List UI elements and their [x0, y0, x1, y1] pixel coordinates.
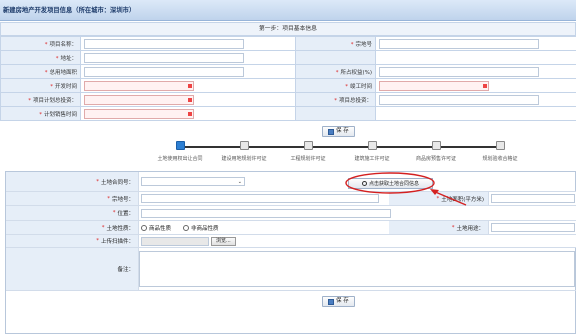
- annotation-overlay: [345, 172, 467, 206]
- annotation-arrowhead: [430, 189, 439, 195]
- annotation-ellipse: [345, 172, 435, 194]
- annotation-arrow-line: [432, 190, 467, 206]
